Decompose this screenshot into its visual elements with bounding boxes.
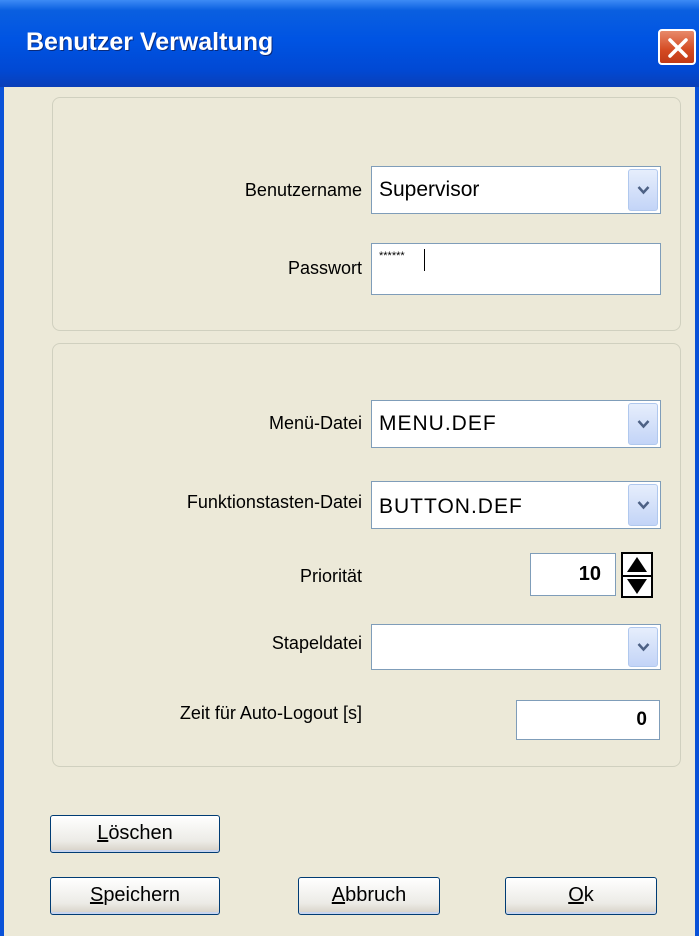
window-frame-right xyxy=(695,87,699,936)
window-frame-left xyxy=(0,87,4,936)
username-value: Supervisor xyxy=(379,178,480,201)
priority-value: 10 xyxy=(578,563,601,585)
function-keys-file-label: Funktionstasten-Datei xyxy=(186,492,362,512)
priority-label: Priorität xyxy=(299,566,362,586)
batch-file-dropdown-button[interactable] xyxy=(628,627,658,667)
function-keys-file-value: BUTTON.DEF xyxy=(379,495,523,518)
chevron-down-icon xyxy=(637,501,650,510)
chevron-down-icon xyxy=(637,186,650,195)
spin-down-button[interactable] xyxy=(623,577,651,596)
username-combobox[interactable]: Supervisor xyxy=(371,166,661,214)
ok-label: k xyxy=(583,884,594,906)
chevron-down-icon xyxy=(637,643,650,652)
ok-accelerator: O xyxy=(568,884,584,906)
window-title: Benutzer Verwaltung xyxy=(26,28,274,56)
spin-up-button[interactable] xyxy=(623,554,651,577)
password-label: Passwort xyxy=(287,258,362,278)
menu-file-label: Menü-Datei xyxy=(268,413,362,433)
function-keys-file-dropdown-button[interactable] xyxy=(628,484,658,526)
username-dropdown-button[interactable] xyxy=(628,169,658,211)
save-button[interactable]: Speichern xyxy=(50,877,220,915)
password-field[interactable]: ****** xyxy=(371,243,661,295)
batch-file-label: Stapeldatei xyxy=(271,633,362,653)
close-button[interactable] xyxy=(658,29,696,65)
chevron-down-icon xyxy=(637,420,650,429)
triangle-down-icon xyxy=(627,579,647,594)
delete-button[interactable]: Löschen xyxy=(50,815,220,853)
triangle-up-icon xyxy=(627,557,647,572)
cancel-button[interactable]: Abbruch xyxy=(298,877,440,915)
auto-logout-label: Zeit für Auto-Logout [s] xyxy=(179,703,362,723)
password-value: ****** xyxy=(379,250,405,262)
menu-file-value: MENU.DEF xyxy=(379,412,497,435)
username-label: Benutzername xyxy=(244,180,362,200)
auto-logout-value: 0 xyxy=(636,709,647,730)
login-group xyxy=(52,97,681,331)
delete-label: öschen xyxy=(108,822,173,844)
auto-logout-input[interactable]: 0 xyxy=(516,700,660,740)
priority-spinner[interactable] xyxy=(621,552,653,598)
ok-button[interactable]: Ok xyxy=(505,877,657,915)
close-icon xyxy=(668,38,688,58)
text-cursor xyxy=(424,249,425,271)
batch-file-combobox[interactable] xyxy=(371,624,661,670)
save-label: peichern xyxy=(103,884,181,906)
save-accelerator: S xyxy=(89,884,104,906)
function-keys-file-combobox[interactable]: BUTTON.DEF xyxy=(371,481,661,529)
cancel-label: bbruch xyxy=(345,884,407,906)
priority-input[interactable]: 10 xyxy=(530,553,616,596)
title-bar[interactable]: Benutzer Verwaltung xyxy=(0,0,699,87)
menu-file-dropdown-button[interactable] xyxy=(628,403,658,445)
menu-file-combobox[interactable]: MENU.DEF xyxy=(371,400,661,448)
delete-accelerator: L xyxy=(97,822,109,844)
cancel-accelerator: A xyxy=(331,884,346,906)
